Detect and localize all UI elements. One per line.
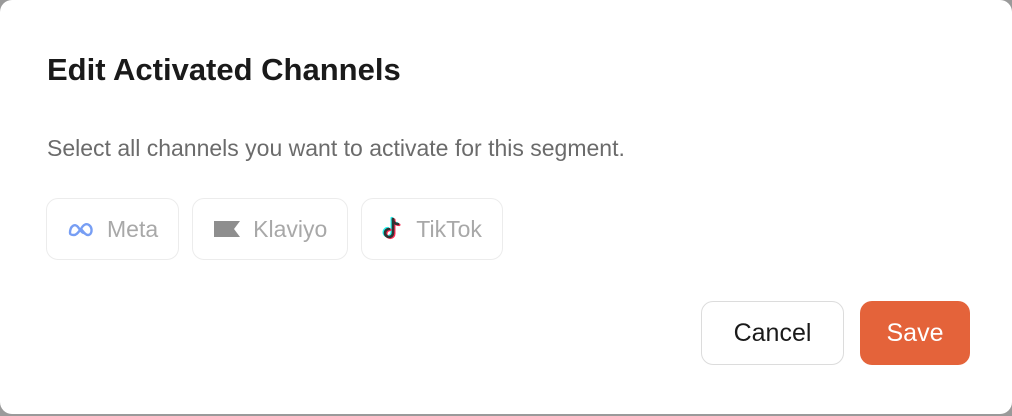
klaviyo-icon xyxy=(213,219,241,239)
channel-options: Meta Klaviyo TikTok xyxy=(46,198,503,260)
save-button[interactable]: Save xyxy=(860,301,970,365)
meta-icon xyxy=(67,221,95,237)
channel-option-meta[interactable]: Meta xyxy=(46,198,180,260)
channel-option-tiktok[interactable]: TikTok xyxy=(361,198,503,260)
dialog-title: Edit Activated Channels xyxy=(47,52,401,87)
edit-channels-dialog: Edit Activated Channels Select all chann… xyxy=(0,0,1012,414)
channel-label-meta: Meta xyxy=(107,216,159,242)
dialog-description: Select all channels you want to activate… xyxy=(47,135,625,161)
channel-option-klaviyo[interactable]: Klaviyo xyxy=(192,198,349,260)
channel-label-tiktok: TikTok xyxy=(416,216,482,242)
channel-label-klaviyo: Klaviyo xyxy=(253,216,328,242)
tiktok-icon xyxy=(382,216,404,242)
cancel-button[interactable]: Cancel xyxy=(701,301,844,365)
